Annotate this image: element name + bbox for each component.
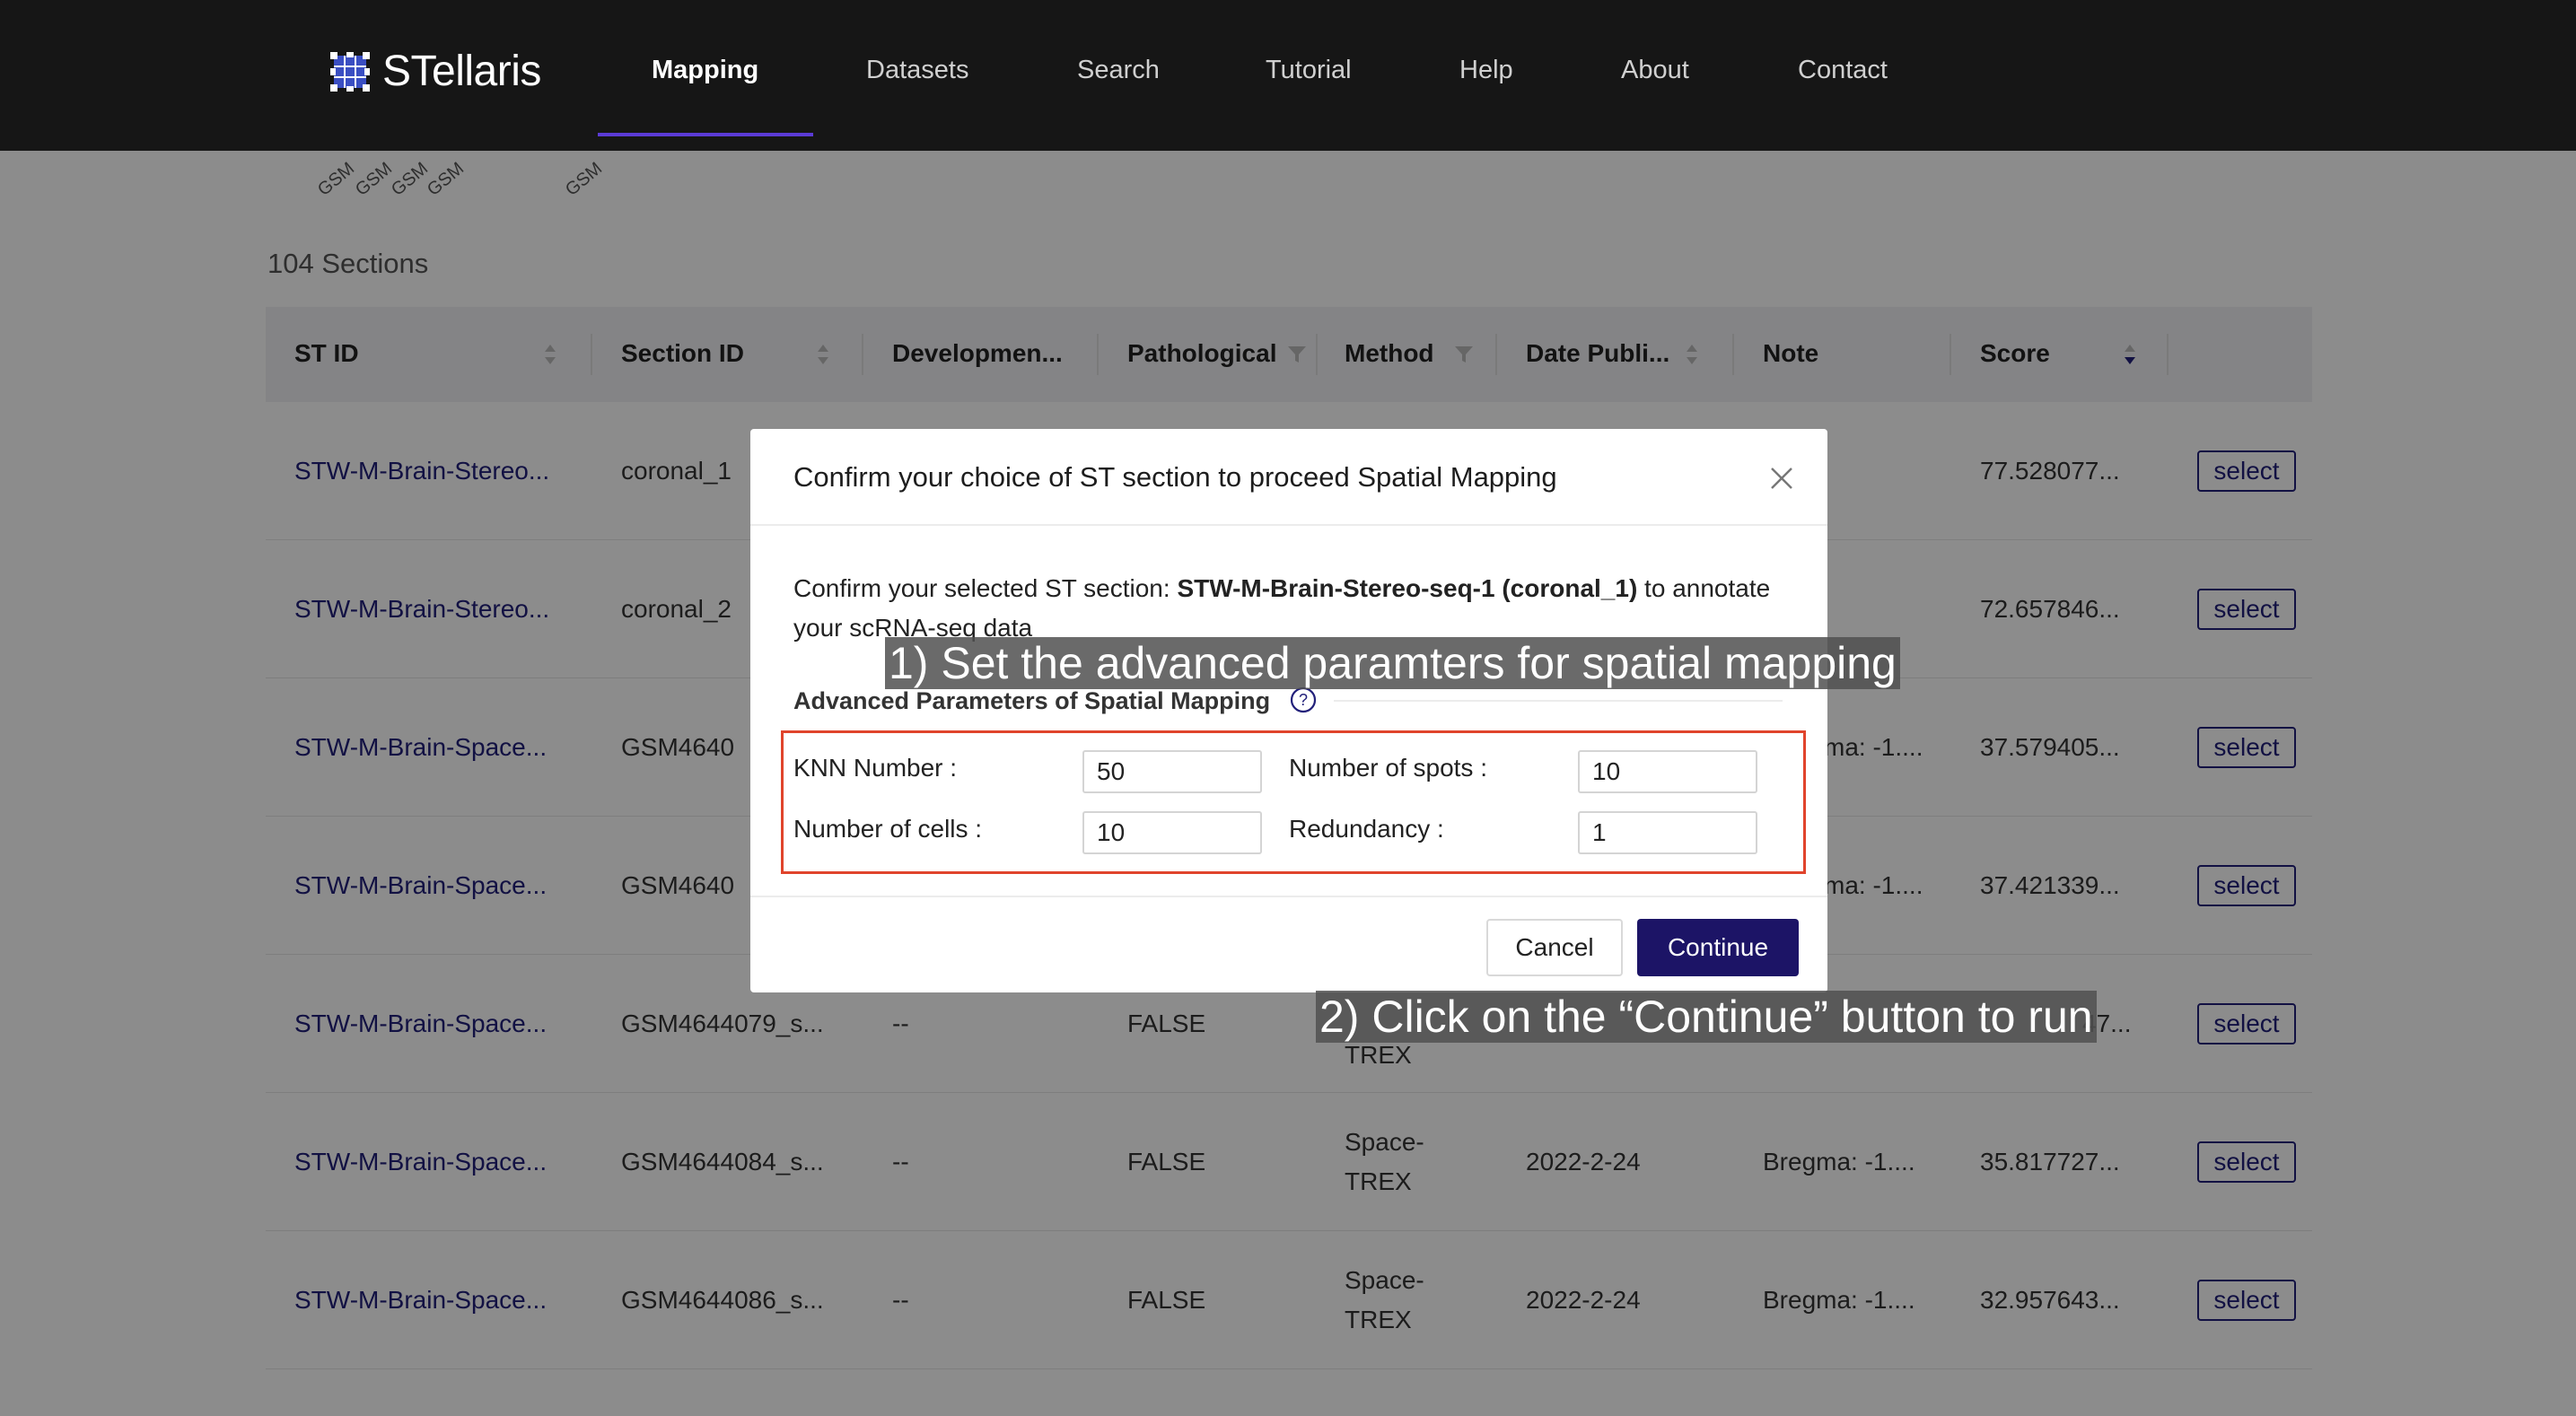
nav-search[interactable]: Search <box>1077 56 1160 85</box>
annotation-step-1: 1) Set the advanced paramters for spatia… <box>885 637 1900 689</box>
nav-tutorial[interactable]: Tutorial <box>1266 56 1352 85</box>
svg-text:?: ? <box>1299 691 1308 709</box>
dialog-header: Confirm your choice of ST section to pro… <box>750 429 1827 526</box>
redundancy-label: Redundancy : <box>1289 815 1444 843</box>
dialog-title: Confirm your choice of ST section to pro… <box>793 461 1557 493</box>
number-of-cells-input[interactable] <box>1082 811 1262 854</box>
cancel-button[interactable]: Cancel <box>1486 919 1623 976</box>
confirm-section-name: STW-M-Brain-Stereo-seq-1 (coronal_1) <box>1177 574 1638 602</box>
nav-mapping[interactable]: Mapping <box>652 56 758 85</box>
knn-number-input[interactable] <box>1082 750 1262 793</box>
number-of-spots-label: Number of spots : <box>1289 754 1487 782</box>
logo-text: STellaris <box>382 48 541 95</box>
nav-datasets[interactable]: Datasets <box>866 56 968 85</box>
help-icon[interactable]: ? <box>1289 686 1318 714</box>
dialog-footer-divider <box>750 896 1827 897</box>
section-divider <box>1334 700 1783 702</box>
confirm-mapping-dialog: Confirm your choice of ST section to pro… <box>750 429 1827 992</box>
advanced-params-title: Advanced Parameters of Spatial Mapping <box>793 687 1271 714</box>
nav-help[interactable]: Help <box>1459 56 1513 85</box>
continue-button[interactable]: Continue <box>1637 919 1799 976</box>
top-navbar: STellaris Mapping Datasets Search Tutori… <box>0 0 2576 151</box>
logo-icon <box>330 51 370 92</box>
number-of-spots-input[interactable] <box>1578 750 1757 793</box>
nav-contact[interactable]: Contact <box>1798 56 1888 85</box>
confirm-message: Confirm your selected ST section: STW-M-… <box>793 569 1781 648</box>
confirm-prefix: Confirm your selected ST section: <box>793 574 1178 602</box>
redundancy-input[interactable] <box>1578 811 1757 854</box>
logo[interactable]: STellaris <box>330 47 541 96</box>
annotation-step-2: 2) Click on the “Continue” button to run <box>1316 991 2097 1043</box>
knn-number-label: KNN Number : <box>793 754 958 782</box>
nav-about[interactable]: About <box>1621 56 1689 85</box>
active-tab-indicator <box>598 133 813 136</box>
number-of-cells-label: Number of cells : <box>793 815 983 843</box>
close-icon[interactable] <box>1768 465 1795 492</box>
